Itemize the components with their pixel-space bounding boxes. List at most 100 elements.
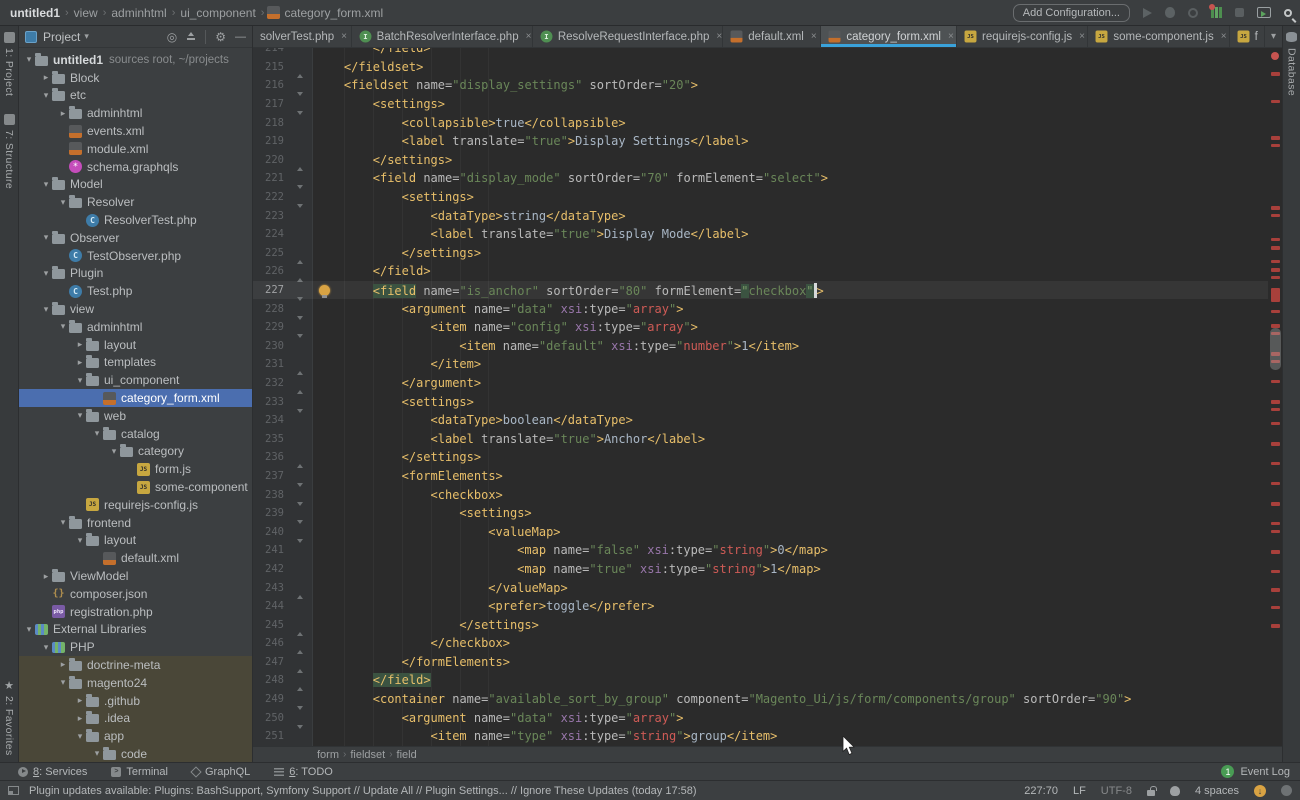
tree-item[interactable]: schema.graphqls xyxy=(19,158,252,176)
error-stripe-mark[interactable] xyxy=(1271,530,1280,533)
editor-tab[interactable]: solverTest.php× xyxy=(253,26,352,47)
tree-chevron-icon[interactable]: ▾ xyxy=(40,642,52,653)
error-stripe-mark[interactable] xyxy=(1271,400,1280,404)
code-line[interactable]: 250<argument name="data" xsi:type="array… xyxy=(253,708,1268,727)
close-icon[interactable]: × xyxy=(1221,31,1227,42)
code-line[interactable]: 217<settings> xyxy=(253,95,1268,114)
tree-chevron-icon[interactable]: ▾ xyxy=(57,321,69,332)
tree-chevron-icon[interactable]: ▸ xyxy=(74,713,86,724)
tree-chevron-icon[interactable]: ▾ xyxy=(74,535,86,546)
tree-item[interactable]: ▾web xyxy=(19,407,252,425)
locate-file-icon[interactable]: ◎ xyxy=(167,31,177,43)
tree-item[interactable]: ▾catalog xyxy=(19,425,252,443)
tree-item[interactable]: requirejs-config.js xyxy=(19,496,252,514)
tree-item[interactable]: ▾PHP xyxy=(19,638,252,656)
tree-chevron-icon[interactable]: ▾ xyxy=(40,304,52,315)
editor-breadcrumb-item[interactable]: fieldset xyxy=(350,749,385,761)
error-stripe-mark[interactable] xyxy=(1271,422,1280,425)
intention-bulb-icon[interactable] xyxy=(319,285,330,296)
tree-item[interactable]: composer.json xyxy=(19,585,252,603)
code-line[interactable]: 242<map name="true" xsi:type="string">1<… xyxy=(253,560,1268,579)
code-line[interactable]: 236</settings> xyxy=(253,448,1268,467)
code-line[interactable]: 223<dataType>string</dataType> xyxy=(253,206,1268,225)
code-line[interactable]: 221<field name="display_mode" sortOrder=… xyxy=(253,169,1268,188)
editor[interactable]: 214</field>215</fieldset>216<fieldset na… xyxy=(253,48,1282,746)
editor-tab[interactable]: ResolveRequestInterface.php× xyxy=(533,26,723,47)
hidden-tabs-chevron-icon[interactable]: ▾ xyxy=(1271,31,1276,42)
close-icon[interactable]: × xyxy=(948,31,954,42)
close-icon[interactable]: × xyxy=(716,31,722,42)
tree-item[interactable]: ▾untitled1sources root, ~/projects xyxy=(19,51,252,69)
tree-item[interactable]: ▸adminhtml xyxy=(19,104,252,122)
tree-item[interactable]: ▾category xyxy=(19,443,252,461)
tree-item[interactable]: ▾magento24 xyxy=(19,674,252,692)
error-stripe-mark[interactable] xyxy=(1271,408,1280,411)
editor-tab[interactable]: BatchResolverInterface.php× xyxy=(352,26,533,47)
tree-item[interactable]: ▸.github xyxy=(19,692,252,710)
tool-window-toggle-icon[interactable] xyxy=(8,786,19,795)
code-line[interactable]: 216<fieldset name="display_settings" sor… xyxy=(253,76,1268,95)
error-stripe-mark[interactable] xyxy=(1271,260,1280,263)
error-stripe-mark[interactable] xyxy=(1271,72,1280,76)
error-stripe-mark[interactable] xyxy=(1271,570,1280,573)
code-line[interactable]: 246</checkbox> xyxy=(253,634,1268,653)
code-line[interactable]: 218<collapsible>true</collapsible> xyxy=(253,113,1268,132)
error-stripe-mark[interactable] xyxy=(1271,588,1280,592)
coverage-icon[interactable] xyxy=(1188,8,1198,18)
code-line[interactable]: 251<item name="type" xsi:type="string">g… xyxy=(253,727,1268,746)
tree-item[interactable]: ▾Model xyxy=(19,176,252,194)
error-stripe-mark[interactable] xyxy=(1271,310,1280,313)
tree-chevron-icon[interactable]: ▾ xyxy=(40,179,52,190)
run-icon[interactable] xyxy=(1143,8,1152,18)
error-stripe-mark[interactable] xyxy=(1271,246,1280,250)
tree-chevron-icon[interactable]: ▾ xyxy=(108,446,120,457)
code-line[interactable]: 220</settings> xyxy=(253,151,1268,170)
caret-position[interactable]: 227:70 xyxy=(1024,785,1058,797)
hide-panel-icon[interactable]: — xyxy=(235,31,246,43)
tree-item[interactable]: category_form.xml xyxy=(19,389,252,407)
code-line[interactable]: 249<container name="available_sort_by_gr… xyxy=(253,690,1268,709)
tree-chevron-icon[interactable]: ▸ xyxy=(74,339,86,350)
plugin-update-icon[interactable] xyxy=(1254,785,1266,797)
code-line[interactable]: 227<field name="is_anchor" sortOrder="80… xyxy=(253,281,1268,300)
tree-item[interactable]: Test.php xyxy=(19,282,252,300)
tree-item[interactable]: TestObserver.php xyxy=(19,247,252,265)
tree-chevron-icon[interactable]: ▸ xyxy=(40,72,52,83)
error-stripe-mark[interactable] xyxy=(1271,136,1280,140)
code-line[interactable]: 239<settings> xyxy=(253,504,1268,523)
tree-chevron-icon[interactable]: ▾ xyxy=(74,375,86,386)
tree-item[interactable]: registration.php xyxy=(19,603,252,621)
tree-item[interactable]: ▾External Libraries xyxy=(19,621,252,639)
error-stripe-mark[interactable] xyxy=(1271,462,1280,465)
chevron-down-icon[interactable]: ▾ xyxy=(84,31,89,42)
code-line[interactable]: 232</argument> xyxy=(253,374,1268,393)
code-line[interactable]: 215</fieldset> xyxy=(253,58,1268,77)
code-line[interactable]: 244<prefer>toggle</prefer> xyxy=(253,597,1268,616)
status-message[interactable]: Plugin updates available: Plugins: BashS… xyxy=(29,785,697,797)
tree-item[interactable]: ▸.idea xyxy=(19,709,252,727)
code-line[interactable]: 245</settings> xyxy=(253,615,1268,634)
error-stripe-mark[interactable] xyxy=(1271,276,1280,279)
tree-chevron-icon[interactable]: ▾ xyxy=(74,731,86,742)
error-stripe-mark[interactable] xyxy=(1271,442,1280,446)
error-stripe-mark[interactable] xyxy=(1271,550,1280,554)
code-line[interactable]: 225</settings> xyxy=(253,244,1268,263)
code-line[interactable]: 222<settings> xyxy=(253,188,1268,207)
code-line[interactable]: 235<label translate="true">Anchor</label… xyxy=(253,429,1268,448)
code-line[interactable]: 231</item> xyxy=(253,355,1268,374)
code-analysis-icon[interactable] xyxy=(1281,785,1292,796)
tool-button[interactable]: ★2: Favorites xyxy=(3,679,15,756)
tree-item[interactable]: some-component xyxy=(19,478,252,496)
tree-item[interactable]: ▾etc xyxy=(19,87,252,105)
collapse-all-icon[interactable] xyxy=(186,32,196,42)
code-line[interactable]: 229<item name="config" xsi:type="array"> xyxy=(253,318,1268,337)
tool-button-terminal[interactable]: Terminal xyxy=(111,766,168,778)
tree-item[interactable]: ▾Observer xyxy=(19,229,252,247)
tree-item[interactable]: ▾ui_component xyxy=(19,371,252,389)
tree-item[interactable]: ▾frontend xyxy=(19,514,252,532)
tree-chevron-icon[interactable]: ▾ xyxy=(40,232,52,243)
editor-breadcrumb-item[interactable]: form xyxy=(317,749,339,761)
tree-item[interactable]: ▾view xyxy=(19,300,252,318)
project-view-selector[interactable]: Project xyxy=(43,30,80,44)
error-stripe-mark[interactable] xyxy=(1271,624,1280,628)
